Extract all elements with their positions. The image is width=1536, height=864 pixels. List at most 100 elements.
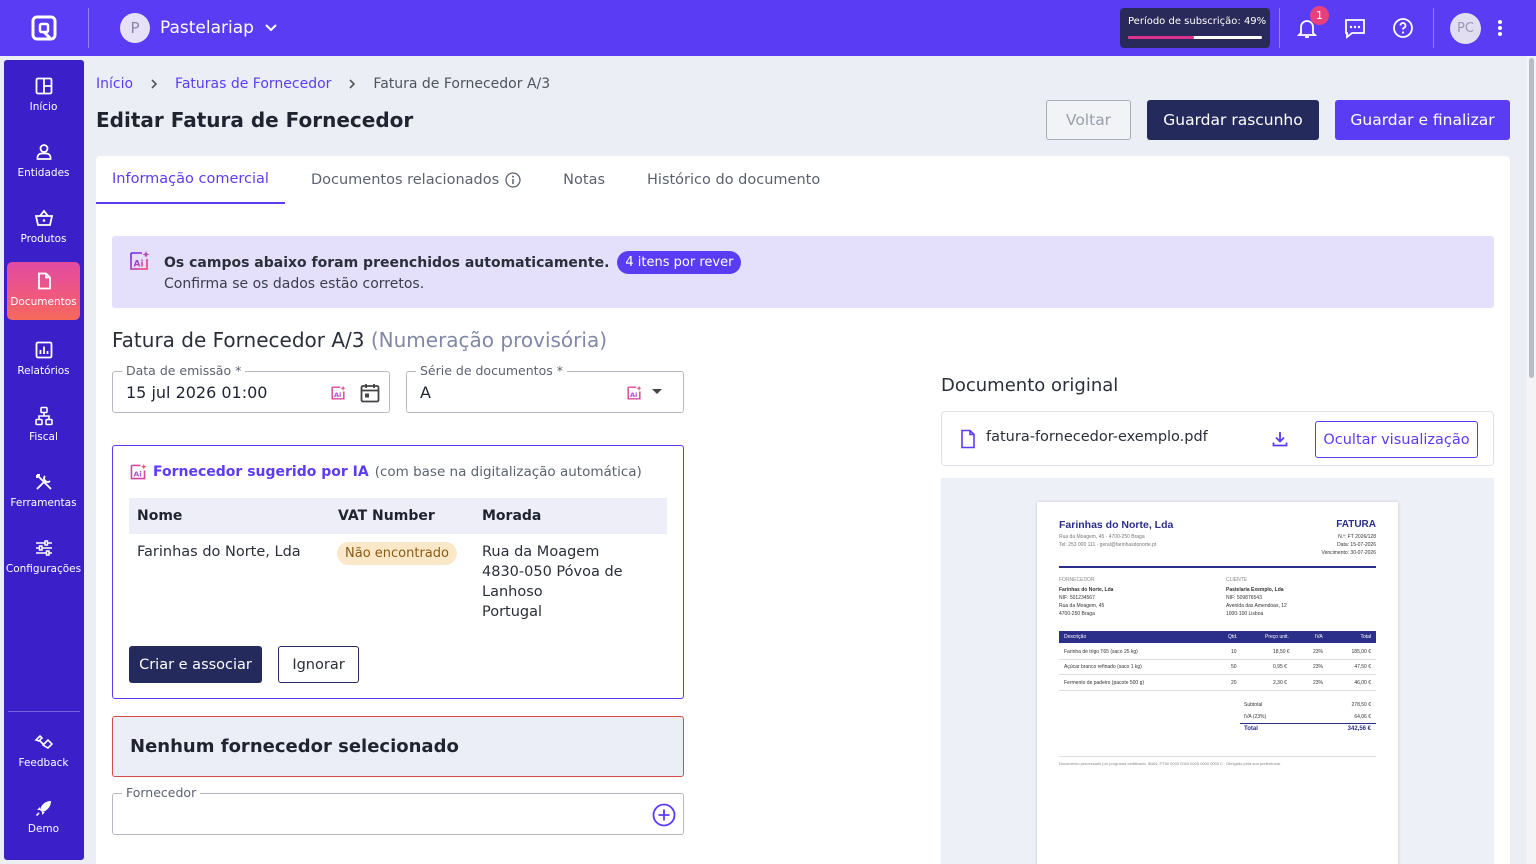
sidebar-item-fiscal[interactable]: Fiscal xyxy=(7,397,80,455)
document-series-select[interactable]: Série de documentos * A Ai xyxy=(406,363,684,413)
tab-document-history[interactable]: Histórico do documento xyxy=(631,156,836,204)
preview-cell: Fermento de padeiro (pacote 500 g) xyxy=(1064,680,1145,686)
preview-divider xyxy=(1059,756,1376,757)
sidebar-item-label: Demo xyxy=(27,823,60,835)
original-file-bar: fatura-fornecedor-exemplo.pdf Ocultar vi… xyxy=(941,411,1494,466)
main-card: Informação comercial Documentos relacion… xyxy=(96,156,1510,864)
banner-subtitle: Confirma se os dados estão corretos. xyxy=(164,276,425,292)
address-line: Lanhoso xyxy=(482,584,543,600)
company-selector[interactable]: P Pastelariap xyxy=(120,13,278,43)
calendar-icon[interactable] xyxy=(359,382,381,404)
preview-vat-label: IVA (23%) xyxy=(1244,714,1267,720)
preview-cell: 0,95 € xyxy=(1273,664,1287,670)
subscription-label: Período de subscrição: 49% xyxy=(1128,16,1267,27)
banner-title: Os campos abaixo foram preenchidos autom… xyxy=(164,254,610,271)
svg-text:Ai: Ai xyxy=(334,391,341,399)
preview-company-address: Rua da Moagem, 45 · 4700-250 Braga xyxy=(1059,534,1145,540)
preview-line: 4700-250 Braga xyxy=(1059,611,1095,617)
sidebar-item-documentos[interactable]: Documentos xyxy=(7,262,80,320)
svg-text:Ai: Ai xyxy=(630,391,637,399)
sidebar-item-ferramentas[interactable]: Ferramentas xyxy=(7,463,80,521)
back-button[interactable]: Voltar xyxy=(1046,100,1131,140)
preview-col: Preço unit. xyxy=(1265,634,1289,640)
preview-cell: Farinha de trigo T65 (saco 25 kg) xyxy=(1064,649,1138,655)
page-scrollbar[interactable] xyxy=(1527,56,1536,864)
notifications-badge: 1 xyxy=(1310,6,1329,25)
create-and-associate-button[interactable]: Criar e associar xyxy=(129,646,262,683)
sidebar-divider xyxy=(8,711,80,712)
ignore-button[interactable]: Ignorar xyxy=(278,646,359,683)
breadcrumb: Início Faturas de Fornecedor Fatura de F… xyxy=(96,76,550,92)
preview-col: IVA xyxy=(1315,634,1323,640)
preview-line: Pastelaria Exemplo, Lda xyxy=(1226,587,1284,593)
download-icon[interactable] xyxy=(1271,430,1289,448)
document-preview: Farinhas do Norte, Lda Rua da Moagem, 45… xyxy=(941,478,1494,864)
divider xyxy=(1433,8,1434,48)
preview-line: Farinhas do Norte, Lda xyxy=(1059,587,1114,593)
subscription-progress-bar xyxy=(1128,36,1262,39)
add-circle-icon[interactable] xyxy=(652,803,676,827)
supplier-field[interactable]: Fornecedor xyxy=(112,785,684,835)
breadcrumb-current: Fatura de Fornecedor A/3 xyxy=(373,76,551,92)
preview-cell: 10 xyxy=(1231,649,1237,655)
ai-icon: Ai xyxy=(130,463,147,480)
review-count-badge: 4 itens por rever xyxy=(617,251,742,274)
preview-line: NIF: 501234567 xyxy=(1059,595,1095,601)
original-document-title: Documento original xyxy=(941,375,1119,396)
feedback-icon xyxy=(34,734,53,750)
breadcrumb-home-link[interactable]: Início xyxy=(96,76,133,92)
company-avatar: P xyxy=(120,13,150,43)
provisional-note: (Numeração provisória) xyxy=(370,328,607,352)
sidebar-item-label: Configurações xyxy=(5,563,82,575)
no-supplier-text: Nenhum fornecedor selecionado xyxy=(130,736,459,757)
messages-icon[interactable] xyxy=(1341,14,1369,42)
invoice-preview-page: Farinhas do Norte, Lda Rua da Moagem, 45… xyxy=(1037,502,1398,864)
breadcrumb-section-link[interactable]: Faturas de Fornecedor xyxy=(175,76,331,92)
app-logo-icon[interactable] xyxy=(30,14,58,42)
tab-related-documents[interactable]: Documentos relacionados xyxy=(295,156,537,204)
sidebar-item-entidades[interactable]: Entidades xyxy=(7,133,80,191)
sidebar-item-inicio[interactable]: Início xyxy=(7,67,80,125)
sidebar-item-label: Produtos xyxy=(20,233,67,245)
sliders-icon xyxy=(35,540,52,556)
more-vertical-icon[interactable] xyxy=(1486,14,1514,42)
help-icon[interactable] xyxy=(1389,14,1417,42)
sidebar-item-produtos[interactable]: Produtos xyxy=(7,199,80,257)
preview-line: Rua da Moagem, 45 xyxy=(1059,603,1105,609)
hierarchy-icon xyxy=(34,406,53,426)
chevron-right-icon xyxy=(349,79,356,89)
preview-supplier-block: Farinhas do Norte, Lda NIF: 501234567 Ru… xyxy=(1059,586,1113,618)
svg-text:Ai: Ai xyxy=(134,260,144,270)
preview-due: Vencimento: 30-07-2026 xyxy=(1321,550,1376,556)
preview-number: N.º: FT 2026/128 xyxy=(1338,534,1376,540)
save-draft-button[interactable]: Guardar rascunho xyxy=(1147,100,1319,140)
bar-chart-icon xyxy=(35,341,52,359)
sidebar-item-relatorios[interactable]: Relatórios xyxy=(7,331,80,389)
tab-notes[interactable]: Notas xyxy=(547,156,621,204)
sidebar-item-demo[interactable]: Demo xyxy=(7,789,80,847)
save-finalize-button[interactable]: Guardar e finalizar xyxy=(1335,100,1510,140)
issue-date-field[interactable]: Data de emissão * 15 jul 2026 01:00 Ai xyxy=(112,363,390,413)
preview-divider xyxy=(1059,566,1376,568)
supplier-name: Farinhas do Norte, Lda xyxy=(137,544,301,560)
sidebar-item-feedback[interactable]: Feedback xyxy=(7,723,80,781)
sidebar-item-label: Relatórios xyxy=(17,365,70,377)
hide-preview-button[interactable]: Ocultar visualização xyxy=(1315,421,1478,458)
tab-commercial-info[interactable]: Informação comercial xyxy=(96,156,285,204)
tab-label: Documentos relacionados xyxy=(310,172,500,188)
subscription-indicator[interactable]: Período de subscrição: 49% xyxy=(1120,8,1270,48)
sidebar: Início Entidades Produtos Documentos Rel… xyxy=(4,60,84,860)
sidebar-item-label: Início xyxy=(29,101,58,113)
sidebar-item-label: Entidades xyxy=(17,167,70,179)
ai-icon: Ai xyxy=(331,385,346,400)
preview-company-contact: Tel: 253 000 111 · geral@farinhasdonorte… xyxy=(1059,542,1157,548)
sidebar-item-configuracoes[interactable]: Configurações xyxy=(5,529,82,587)
file-name[interactable]: fatura-fornecedor-exemplo.pdf xyxy=(986,429,1208,445)
user-avatar[interactable]: PC xyxy=(1450,13,1481,44)
preview-cell: 18,50 € xyxy=(1273,649,1290,655)
preview-divider xyxy=(1240,723,1376,724)
scrollbar-thumb[interactable] xyxy=(1529,58,1534,378)
column-header: Nome xyxy=(137,508,183,524)
preview-date: Data: 15-07-2026 xyxy=(1337,542,1376,548)
tab-label: Informação comercial xyxy=(112,171,269,187)
